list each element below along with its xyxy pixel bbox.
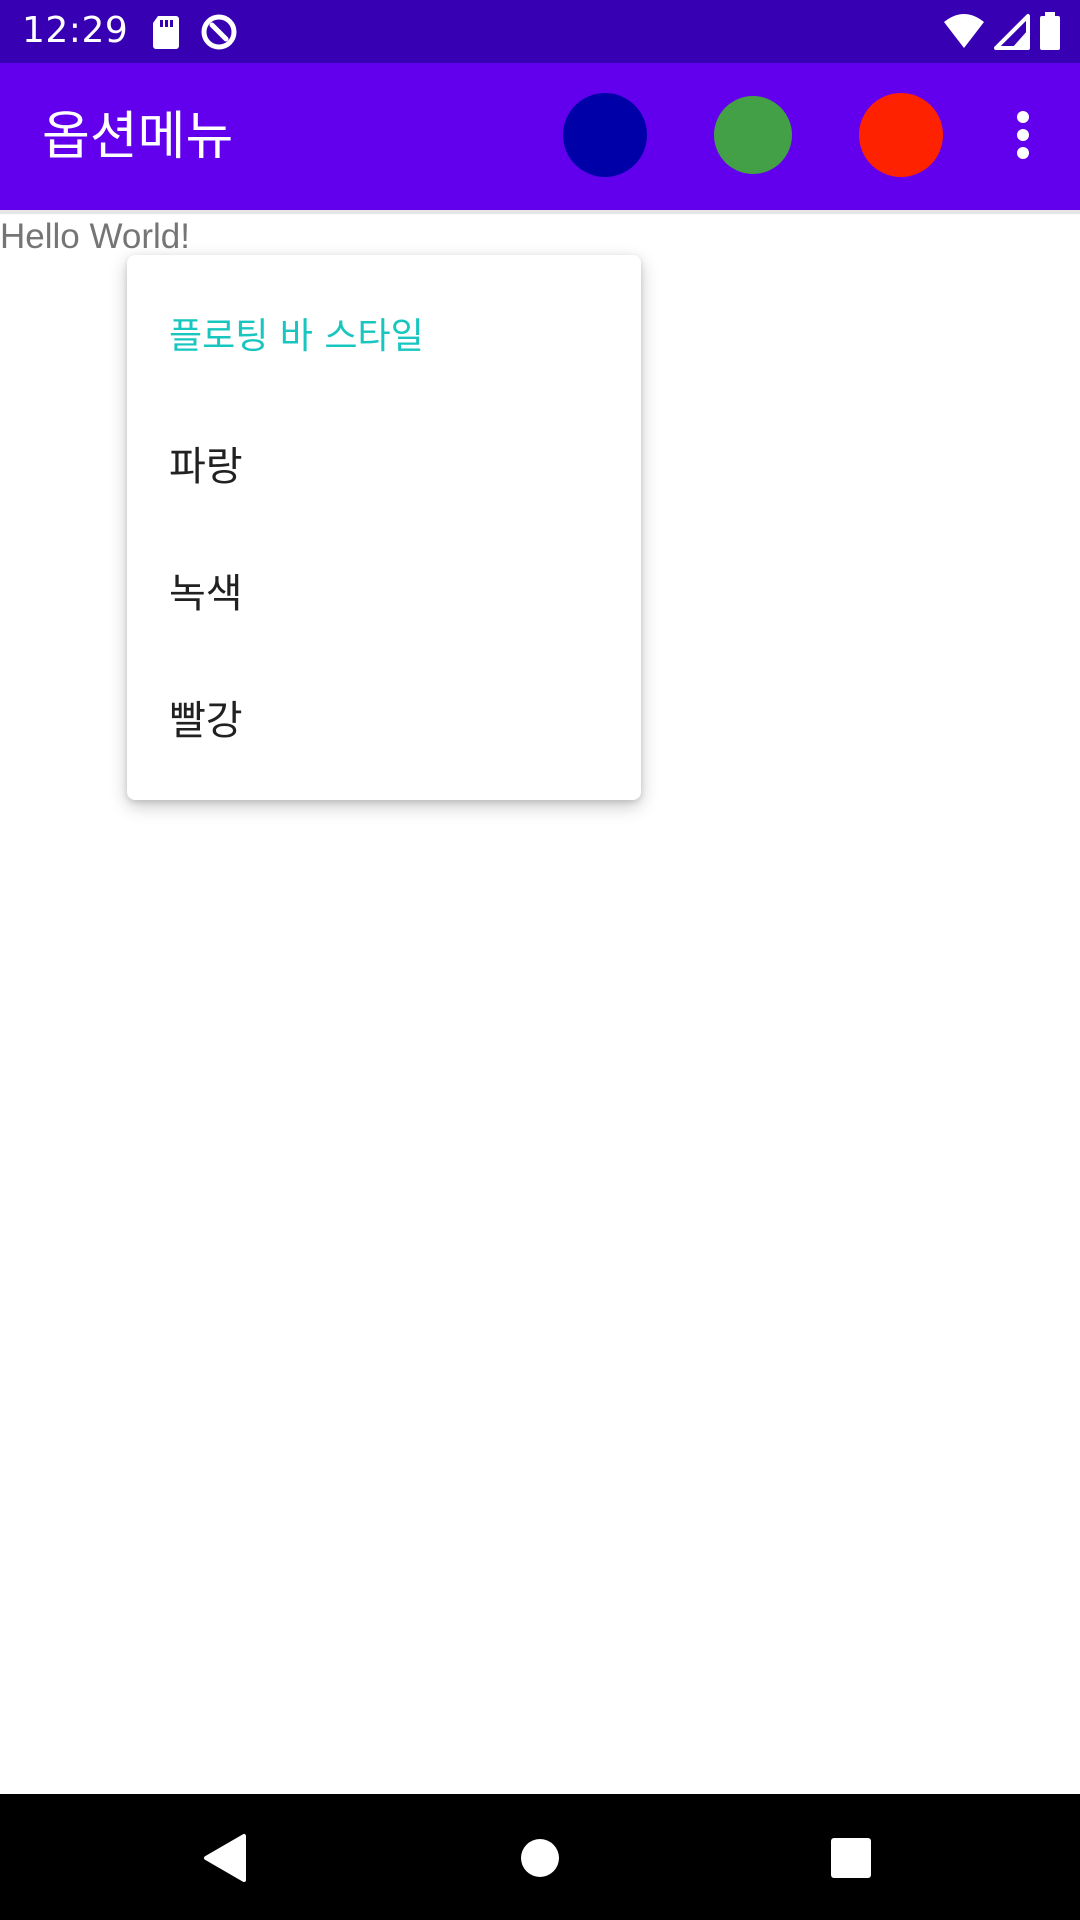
battery-icon: [1038, 12, 1062, 52]
blue-color-button[interactable]: [563, 93, 647, 177]
recents-icon[interactable]: [823, 1830, 879, 1886]
back-icon[interactable]: [198, 1830, 254, 1886]
hello-text: Hello World!: [0, 217, 190, 256]
menu-item-blue[interactable]: 파랑: [127, 405, 641, 525]
sd-card-icon: [146, 12, 186, 52]
app-bar-divider: [0, 210, 1080, 214]
menu-item-label: 빨강: [169, 698, 243, 744]
menu-header: 플로팅 바 스타일: [169, 316, 424, 357]
home-icon[interactable]: [512, 1830, 568, 1886]
app-title: 옵션메뉴: [42, 107, 234, 167]
red-color-button[interactable]: [859, 93, 943, 177]
menu-item-label: 녹색: [169, 571, 243, 617]
green-color-button[interactable]: [714, 96, 792, 174]
menu-item-label: 파랑: [169, 444, 243, 490]
more-vert-icon[interactable]: [998, 103, 1048, 167]
screen: 12:29 옵션메뉴 Hello World! 플로팅 바 스타일 파랑 녹색 …: [0, 0, 1080, 1920]
popup-menu: 플로팅 바 스타일 파랑 녹색 빨강: [127, 255, 641, 800]
menu-item-red[interactable]: 빨강: [127, 659, 641, 779]
cell-signal-icon: [992, 12, 1032, 52]
menu-item-green[interactable]: 녹색: [127, 532, 641, 652]
wifi-icon: [942, 12, 986, 52]
app-bar: 옵션메뉴: [0, 63, 1080, 210]
status-time: 12:29: [22, 10, 129, 51]
nav-bar: [0, 1794, 1080, 1920]
status-bar: 12:29: [0, 0, 1080, 63]
data-saver-icon: [199, 12, 239, 52]
